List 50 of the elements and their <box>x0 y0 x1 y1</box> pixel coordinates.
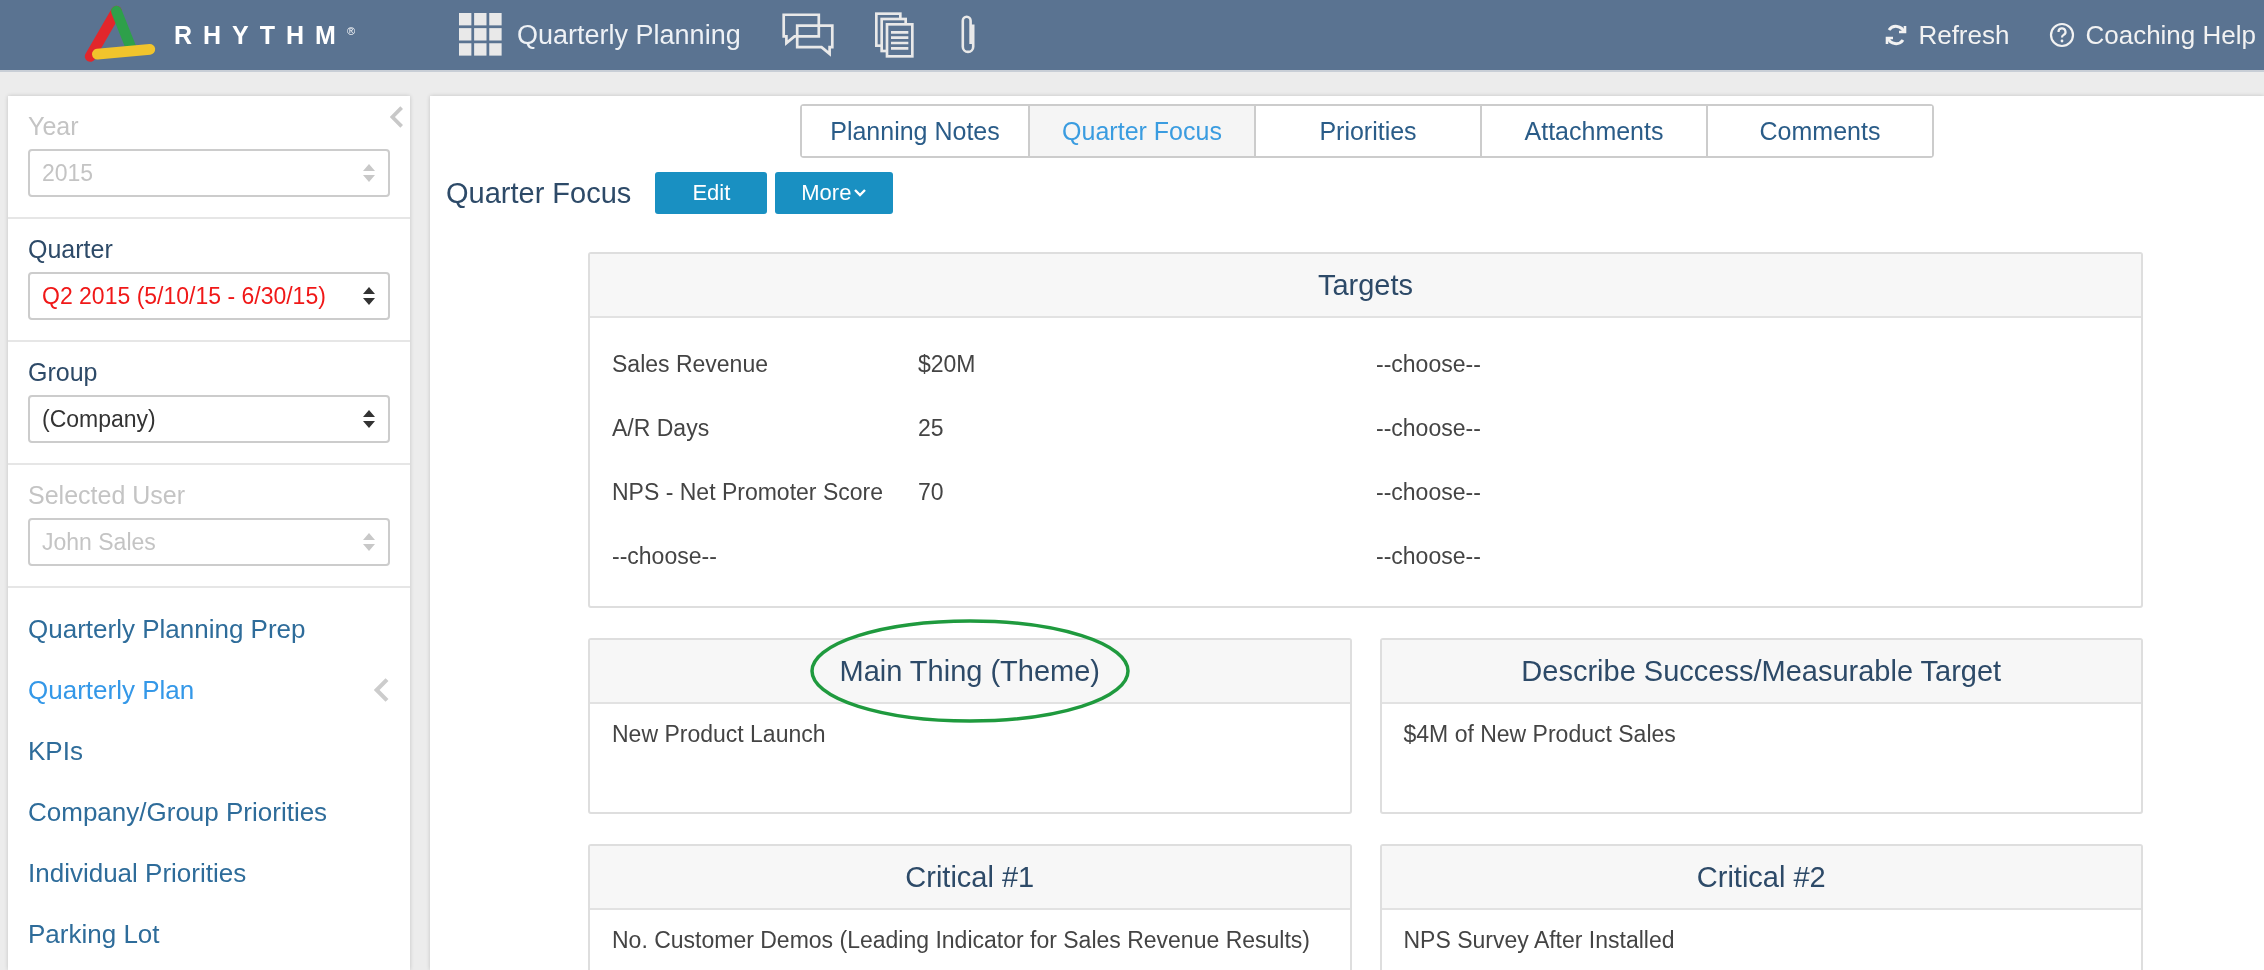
target-choice: --choose-- <box>1376 414 1482 442</box>
card-title: Critical #2 <box>1696 860 1826 894</box>
sort-arrows-icon <box>362 285 376 307</box>
card-title: Describe Success/Measurable Target <box>1521 654 2002 688</box>
section-title: Quarter Focus <box>446 176 632 210</box>
brand-name: RHYTHM$^{®}$ <box>174 20 356 50</box>
nav-link[interactable]: Quarterly Plan <box>8 668 410 712</box>
help-icon <box>2049 22 2076 48</box>
target-value: $20M <box>918 350 977 378</box>
card-text: NPS Survey After Installed <box>1402 926 1676 955</box>
card-title: Main Thing (Theme) <box>839 654 1101 688</box>
card-text: No. Customer Demos (Leading Indicator for Sales Revenue Results) <box>611 926 1311 955</box>
nav-link[interactable]: Company/Group Priorities <box>8 790 410 834</box>
target-choice: --choose-- <box>1376 350 1482 378</box>
nav-link[interactable]: Parking Lot <box>8 912 410 956</box>
edit-button[interactable]: Edit <box>655 172 768 214</box>
target-name: Sales Revenue <box>612 350 769 378</box>
select-field[interactable]: Q2 2015 (5/10/15 - 6/30/15) <box>28 272 390 320</box>
app-menu-button[interactable]: Quarterly Planning <box>459 13 741 57</box>
sort-arrows-icon <box>362 531 376 553</box>
documents-icon[interactable] <box>874 12 915 58</box>
refresh-button[interactable]: Refresh <box>1884 19 2010 51</box>
sort-arrows-icon <box>362 162 376 184</box>
target-choice: --choose-- <box>1376 478 1482 506</box>
target-name: --choose-- <box>612 542 718 570</box>
help-button[interactable]: Coaching Help <box>2049 19 2256 51</box>
caret-icon <box>853 188 868 198</box>
card-title: Targets <box>1317 268 1414 302</box>
more-button[interactable]: More <box>775 172 894 214</box>
target-name: A/R Days <box>612 414 711 442</box>
select-field[interactable]: (Company) <box>28 395 390 443</box>
field-label: Group <box>28 358 99 387</box>
field-label: Selected User <box>28 481 187 510</box>
sort-arrows-icon <box>362 408 376 430</box>
nav-link[interactable]: KPIs <box>8 729 410 773</box>
target-choice: --choose-- <box>1376 542 1482 570</box>
refresh-icon <box>1884 23 1909 47</box>
target-value: 70 <box>918 478 945 506</box>
field-label: Year <box>28 112 80 141</box>
target-name: NPS - Net Promoter Score <box>612 478 884 506</box>
target-value: 25 <box>918 414 945 442</box>
nav-link[interactable]: Quarterly Planning Prep <box>8 607 410 651</box>
nav-link[interactable]: Individual Priorities <box>8 851 410 895</box>
field-label: Quarter <box>28 235 114 264</box>
grid-icon <box>459 13 504 57</box>
card-text: $4M of New Product Sales <box>1402 720 1677 749</box>
card-text: New Product Launch <box>611 720 827 749</box>
chat-icon[interactable] <box>780 12 835 58</box>
card-title: Critical #1 <box>905 860 1035 894</box>
tab[interactable]: Comments <box>1706 106 1932 156</box>
